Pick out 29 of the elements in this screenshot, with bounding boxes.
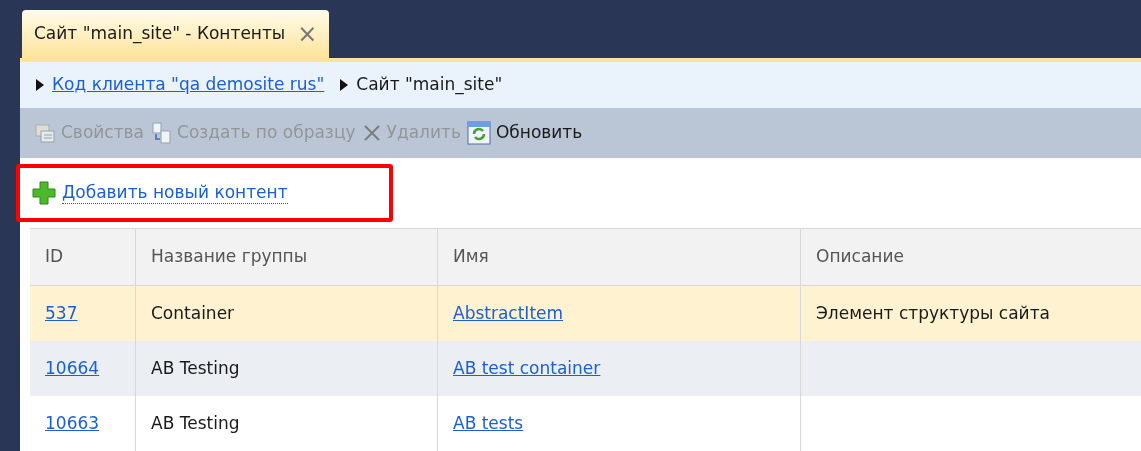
table-row[interactable]: 537 Container AbstractItem Элемент структуры сайта <box>30 286 1141 341</box>
table-cell-text: Элемент структуры сайта <box>816 301 1050 325</box>
table-link[interactable]: AB test container <box>453 355 601 382</box>
column-header[interactable]: Название группы <box>135 229 437 285</box>
table-cell-text: AB Testing <box>151 411 240 435</box>
delete-icon <box>361 123 382 143</box>
refresh-icon <box>466 121 491 145</box>
tab[interactable]: Сайт "main_site" - Контенты × <box>22 10 330 58</box>
add-content-link[interactable]: Добавить новый контент <box>16 164 393 222</box>
table-row[interactable]: 10664 AB Testing AB test container <box>30 341 1141 396</box>
table-cell-text: AB Testing <box>151 356 240 380</box>
table-link[interactable]: 10664 <box>45 355 100 382</box>
toolbar-button[interactable]: Обновить <box>466 120 583 146</box>
close-icon[interactable]: × <box>297 22 318 46</box>
breadcrumb-arrow-icon <box>340 79 349 91</box>
column-header[interactable]: ID <box>30 229 135 285</box>
breadcrumb-arrow-icon <box>36 79 44 91</box>
table-link[interactable]: 537 <box>45 300 78 327</box>
breadcrumb-text: Сайт "main_site" <box>356 73 503 97</box>
copy-document-icon <box>150 122 173 144</box>
column-header[interactable]: Описание <box>800 229 1141 285</box>
table-link[interactable]: 10663 <box>45 410 100 437</box>
column-header[interactable]: Имя <box>437 229 800 285</box>
properties-icon <box>34 122 56 144</box>
plus-icon <box>32 181 56 205</box>
table-cell-text: Container <box>151 301 235 325</box>
breadcrumb-link[interactable]: Код клиента "qa demosite rus" <box>52 72 325 98</box>
table-link[interactable]: AbstractItem <box>453 300 564 327</box>
table-link[interactable]: AB tests <box>453 410 524 437</box>
